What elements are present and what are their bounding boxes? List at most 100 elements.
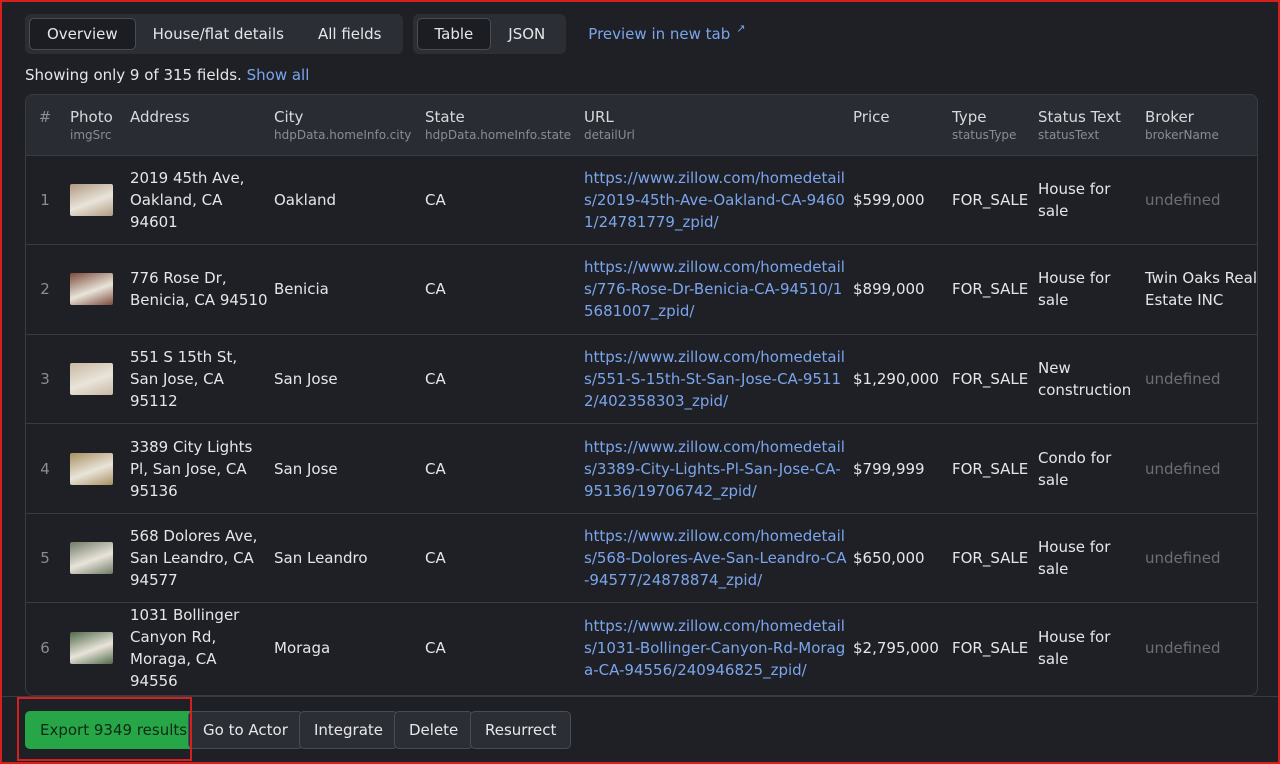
delete-button[interactable]: Delete: [394, 711, 474, 749]
go-to-actor-button[interactable]: Go to Actor: [188, 711, 303, 749]
type-cell: FOR_SALE: [952, 549, 1029, 568]
table-row: 4 3389 City Lights Pl, San Jose, CA 95136…: [26, 423, 1257, 514]
property-photo[interactable]: [70, 632, 113, 665]
row-number: 4: [40, 459, 50, 478]
city-cell: San Jose: [274, 459, 338, 478]
property-photo[interactable]: [70, 542, 113, 575]
photo-cell: [64, 603, 124, 693]
column-header-field: hdpData.homeInfo.city: [274, 128, 412, 142]
column-header-label: Address: [130, 108, 190, 126]
column-header[interactable]: Address: [124, 95, 268, 155]
column-header[interactable]: City hdpData.homeInfo.city: [268, 95, 419, 155]
row-number: 1: [40, 190, 50, 209]
status-text-cell: House for sale: [1038, 179, 1111, 220]
column-header-field: statusType: [952, 128, 1017, 142]
column-header[interactable]: Price: [847, 95, 946, 155]
column-header[interactable]: Broker brokerName: [1139, 95, 1257, 155]
column-header-field: statusText: [1038, 128, 1100, 142]
broker-cell: undefined: [1145, 459, 1221, 478]
broker-cell: undefined: [1145, 190, 1221, 209]
broker-cell: undefined: [1145, 549, 1221, 568]
status-text-cell: Condo for sale: [1038, 448, 1112, 489]
property-photo[interactable]: [70, 452, 113, 485]
row-number: 3: [40, 369, 50, 388]
city-cell: Moraga: [274, 639, 331, 658]
url-cell: https://www.zillow.com/homedetails/1031-…: [578, 603, 847, 693]
state-cell: CA: [425, 280, 446, 299]
state-cell: CA: [425, 549, 446, 568]
column-header[interactable]: #: [26, 95, 64, 155]
broker-cell: undefined: [1145, 369, 1221, 388]
column-header-label: State: [425, 108, 465, 126]
tab-all-fields[interactable]: All fields: [301, 18, 399, 50]
column-header-label: Price: [853, 108, 890, 126]
listing-url-link[interactable]: https://www.zillow.com/homedetails/568-D…: [584, 527, 846, 589]
state-cell: CA: [425, 190, 446, 209]
column-header[interactable]: URL detailUrl: [578, 95, 847, 155]
column-header-label: Broker: [1145, 108, 1194, 126]
type-cell: FOR_SALE: [952, 369, 1029, 388]
status-text-cell: New construction: [1038, 358, 1132, 399]
row-number: 2: [40, 280, 50, 299]
export-results-button[interactable]: Export 9349 results: [25, 711, 203, 749]
tab-json[interactable]: JSON: [491, 18, 562, 50]
table-row: 5 568 Dolores Ave, San Leandro, CA 94577 S…: [26, 513, 1257, 603]
fields-summary-text: Showing only 9 of 315 fields.: [25, 66, 242, 84]
price-cell: $650,000: [853, 549, 925, 568]
address-cell: 3389 City Lights Pl, San Jose, CA 95136: [130, 437, 253, 500]
tab-table[interactable]: Table: [416, 18, 492, 50]
column-header-field: hdpData.homeInfo.state: [425, 128, 572, 142]
top-toolbar: Overview House/flat details All fields T…: [25, 14, 745, 54]
preview-link-label: Preview in new tab: [588, 25, 731, 43]
column-header-field: detailUrl: [584, 128, 635, 142]
property-photo[interactable]: [70, 273, 113, 306]
type-cell: FOR_SALE: [952, 459, 1029, 478]
resurrect-button[interactable]: Resurrect: [470, 711, 572, 749]
status-text-cell: House for sale: [1038, 269, 1111, 310]
column-header-label: Photo: [70, 108, 113, 126]
price-cell: $899,000: [853, 280, 925, 299]
listing-url-link[interactable]: https://www.zillow.com/homedetails/551-S…: [584, 348, 845, 410]
state-cell: CA: [425, 459, 446, 478]
listing-url-link[interactable]: https://www.zillow.com/homedetails/776-R…: [584, 258, 845, 320]
show-all-link[interactable]: Show all: [247, 66, 310, 84]
type-cell: FOR_SALE: [952, 280, 1029, 299]
state-cell: CA: [425, 369, 446, 388]
column-header[interactable]: Photo imgSrc: [64, 95, 124, 155]
address-cell: 2019 45th Ave, Oakland, CA 94601: [130, 168, 245, 231]
preview-in-new-tab-link[interactable]: Preview in new tab ↗: [588, 21, 746, 44]
tab-overview[interactable]: Overview: [29, 18, 136, 50]
broker-cell: undefined: [1145, 639, 1221, 658]
city-cell: San Jose: [274, 369, 338, 388]
column-header[interactable]: Type statusType: [946, 95, 1032, 155]
price-cell: $2,795,000: [853, 639, 939, 658]
city-cell: Benicia: [274, 280, 329, 299]
listing-url-link[interactable]: https://www.zillow.com/homedetails/3389-…: [584, 438, 845, 500]
row-number: 5: [40, 549, 50, 568]
broker-cell: Twin Oaks Real Estate INC: [1145, 269, 1257, 310]
row-number: 6: [40, 639, 50, 658]
column-header-label: Type: [952, 108, 987, 126]
action-bar: Export 9349 results Go to Actor Integrat…: [0, 696, 1280, 764]
column-header[interactable]: State hdpData.homeInfo.state: [419, 95, 578, 155]
type-cell: FOR_SALE: [952, 190, 1029, 209]
listing-url-link[interactable]: https://www.zillow.com/homedetails/2019-…: [584, 169, 845, 231]
type-cell: FOR_SALE: [952, 639, 1029, 658]
tab-house-flat-details[interactable]: House/flat details: [136, 18, 301, 50]
column-header-field: brokerName: [1145, 128, 1219, 142]
column-header-label: #: [38, 108, 52, 126]
address-cell: 1031 Bollinger Canyon Rd, Moraga, CA 945…: [130, 606, 240, 691]
url-cell: https://www.zillow.com/homedetails/551-S…: [578, 334, 847, 424]
address-cell: 568 Dolores Ave, San Leandro, CA 94577: [130, 527, 258, 590]
property-photo[interactable]: [70, 183, 113, 216]
table-row: 6 1031 Bollinger Canyon Rd, Moraga, CA 94…: [26, 602, 1257, 693]
results-table: # Photo imgSrc Address City hdpData.homeInfo.…: [25, 94, 1258, 696]
external-link-icon: ↗: [736, 21, 746, 35]
state-cell: CA: [425, 639, 446, 658]
status-text-cell: House for sale: [1038, 538, 1111, 579]
listing-url-link[interactable]: https://www.zillow.com/homedetails/1031-…: [584, 617, 845, 679]
property-photo[interactable]: [70, 362, 113, 395]
column-header[interactable]: Status Text statusText: [1032, 95, 1139, 155]
integrate-button[interactable]: Integrate: [299, 711, 399, 749]
url-cell: https://www.zillow.com/homedetails/568-D…: [578, 513, 847, 603]
